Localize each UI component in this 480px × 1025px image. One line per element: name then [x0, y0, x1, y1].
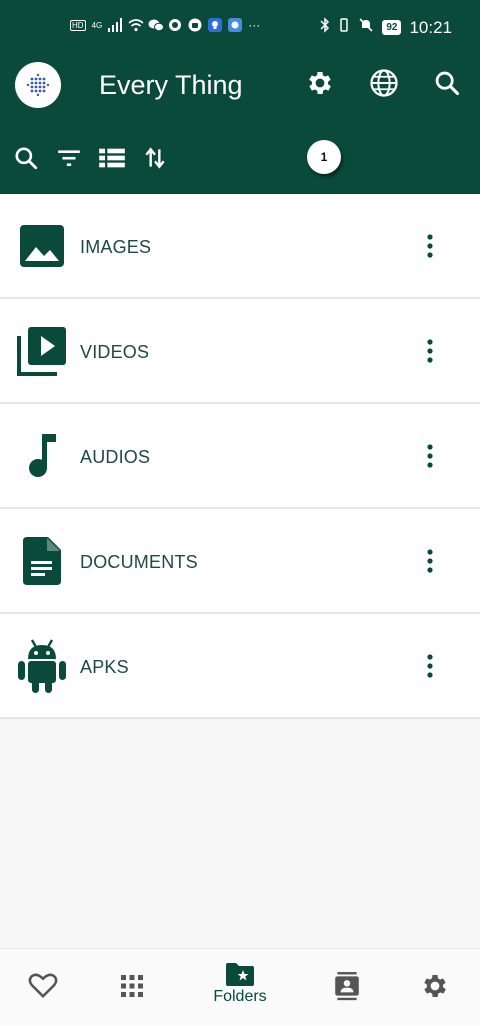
selection-count-badge[interactable]: 1	[307, 140, 341, 174]
folder-star-icon	[226, 963, 254, 986]
view-list-button[interactable]	[98, 144, 126, 172]
document-icon	[17, 536, 67, 586]
android-icon	[188, 18, 202, 32]
more-options-button[interactable]	[419, 337, 441, 365]
sort-button[interactable]	[141, 144, 169, 172]
category-list: IMAGES VIDEOS AUDIOS DOCUMENTS APKS	[0, 194, 480, 719]
more-vert-icon	[427, 234, 433, 258]
hd-icon: HD	[70, 19, 86, 31]
search-tool-button[interactable]	[12, 144, 40, 172]
more-options-button[interactable]	[419, 442, 441, 470]
view-list-icon	[99, 148, 125, 168]
list-item-documents[interactable]: DOCUMENTS	[0, 509, 480, 614]
list-item-images[interactable]: IMAGES	[0, 194, 480, 299]
list-item-label: AUDIOS	[80, 447, 151, 467]
image-icon	[17, 221, 67, 271]
more-vert-icon	[427, 444, 433, 468]
status-time: 10:21	[409, 17, 452, 37]
search-icon	[15, 147, 38, 170]
heart-icon	[28, 973, 58, 999]
settings-button[interactable]	[303, 66, 337, 100]
contacts-icon	[335, 972, 359, 1001]
android-icon	[17, 639, 67, 693]
nav-favorites[interactable]	[13, 961, 73, 1017]
list-item-videos[interactable]: VIDEOS	[0, 299, 480, 404]
nav-folders[interactable]: Folders	[210, 961, 270, 1017]
list-item-audios[interactable]: AUDIOS	[0, 404, 480, 509]
language-button[interactable]	[367, 66, 401, 100]
list-item-label: IMAGES	[80, 237, 152, 257]
mute-icon	[358, 17, 374, 38]
bluetooth-icon	[320, 17, 330, 38]
more-vert-icon	[427, 654, 433, 678]
app-logo-avatar[interactable]	[15, 62, 61, 108]
nav-apps[interactable]	[102, 961, 162, 1017]
globe-icon	[370, 69, 398, 97]
battery-indicator: 92	[382, 20, 402, 35]
filter-icon	[58, 150, 80, 167]
app-title: Every Thing	[99, 70, 243, 100]
status-icons-right: 92 10:21	[320, 17, 452, 38]
nav-contacts[interactable]	[317, 961, 377, 1017]
video-library-icon	[17, 326, 67, 376]
vibrate-icon	[338, 17, 350, 38]
list-item-apks[interactable]: APKS	[0, 614, 480, 719]
nav-label: Folders	[213, 988, 267, 1005]
app-icon	[228, 18, 243, 32]
more-icon: ···	[248, 18, 261, 32]
more-options-button[interactable]	[419, 652, 441, 680]
list-item-label: DOCUMENTS	[80, 552, 198, 572]
wechat-icon	[148, 18, 165, 32]
list-item-label: APKS	[80, 657, 129, 677]
search-top-button[interactable]	[430, 66, 464, 100]
network-type-label: 4G	[91, 20, 103, 30]
filter-button[interactable]	[55, 144, 83, 172]
status-icons-left: HD 4G ···	[70, 18, 260, 32]
list-item-label: VIDEOS	[80, 342, 150, 362]
bulb-icon	[208, 18, 223, 32]
grid-icon	[121, 975, 143, 997]
bottom-navigation: Folders	[0, 948, 480, 1025]
status-bar: HD 4G ··· 92 10:21	[0, 0, 480, 52]
app-bar: Every Thing 1	[0, 52, 480, 194]
more-options-button[interactable]	[419, 232, 441, 260]
more-vert-icon	[427, 549, 433, 573]
signal-icon	[108, 18, 123, 32]
more-vert-icon	[427, 339, 433, 363]
nav-settings[interactable]	[405, 961, 465, 1017]
music-note-icon	[17, 431, 67, 481]
search-icon	[435, 71, 460, 96]
sort-arrows-icon	[145, 147, 165, 169]
gear-icon	[424, 975, 446, 997]
gear-icon	[309, 72, 331, 94]
wifi-icon	[128, 18, 144, 32]
notification-icon	[168, 18, 182, 32]
more-options-button[interactable]	[419, 547, 441, 575]
app-logo-icon	[26, 73, 50, 97]
